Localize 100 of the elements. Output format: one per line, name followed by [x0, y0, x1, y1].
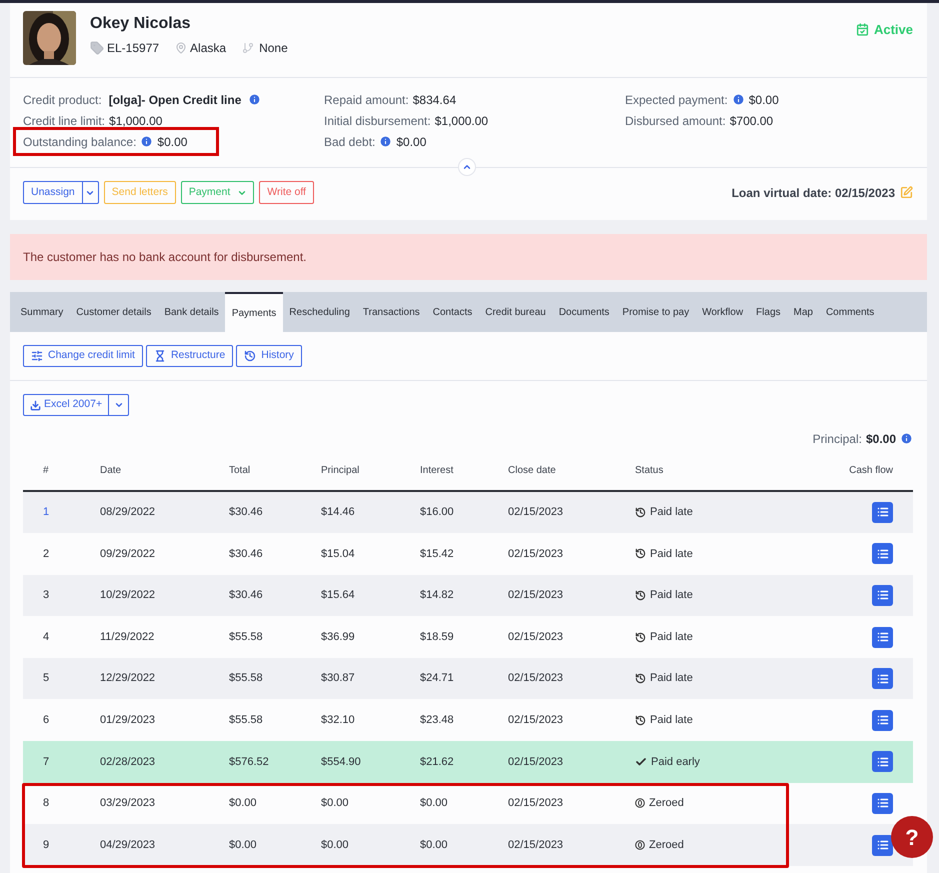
tab[interactable]: Comments [819, 292, 881, 332]
list-icon [876, 839, 888, 852]
tool-button[interactable]: Restructure [146, 345, 234, 367]
tab[interactable]: Transactions [356, 292, 426, 332]
collapse-toggle[interactable] [458, 158, 476, 176]
info-icon[interactable] [379, 135, 392, 148]
cash-flow-button[interactable] [872, 710, 893, 731]
tab[interactable]: Rescheduling [282, 292, 356, 332]
table-cell-text: $14.82 [420, 588, 455, 604]
history-icon [635, 714, 646, 726]
tab[interactable]: Flags [750, 292, 787, 332]
table-cell-text: 01/29/2023 [100, 713, 156, 728]
cash-flow-button[interactable] [872, 834, 893, 856]
tab[interactable]: Credit bureau [478, 292, 552, 332]
table-cell-text: $32.10 [321, 713, 356, 728]
table-cell-text: $15.64 [321, 588, 356, 604]
info-icon[interactable] [732, 93, 745, 106]
tab[interactable]: Summary [14, 292, 70, 332]
table-cell-text: 1 [42, 505, 50, 520]
column-header: Date [100, 464, 122, 478]
status-text: Paid late [650, 671, 693, 686]
table-cell-text: $36.99 [321, 630, 356, 645]
list-icon [876, 631, 888, 644]
info-icon[interactable] [248, 93, 262, 106]
table-cell-text: 10/29/2022 [100, 588, 156, 604]
list-icon [876, 756, 888, 768]
export-button[interactable]: Excel 2007+ [23, 394, 130, 416]
table-cell-text: 02/15/2023 [508, 546, 564, 562]
status-text: Zeroed [649, 838, 684, 853]
table-cell-text: $18.59 [420, 630, 455, 645]
status-text: Paid late [650, 546, 693, 562]
cash-flow-button[interactable] [872, 543, 893, 564]
field-value: $0.00 [157, 134, 188, 150]
tool-button[interactable]: History [236, 345, 302, 367]
tab[interactable]: Bank details [158, 292, 226, 332]
cash-flow-button[interactable] [872, 668, 893, 690]
column-header: Cash flow [848, 464, 894, 478]
table-cell-text: $24.71 [420, 671, 455, 686]
table-cell-text: 02/15/2023 [508, 505, 564, 520]
table-cell-text: 02/28/2023 [100, 754, 156, 770]
history-icon [635, 673, 646, 684]
table-cell-text: $30.46 [229, 546, 264, 562]
table-cell-text: 02/15/2023 [508, 588, 564, 604]
tab[interactable]: Map [787, 292, 820, 332]
table-cell-text: 08/29/2022 [100, 505, 156, 520]
table-cell-text: 3 [42, 588, 50, 604]
field-label: Outstanding balance: [23, 134, 136, 150]
table-cell-text: $30.87 [321, 671, 356, 686]
field-value: $700.00 [730, 112, 774, 130]
table-cell-text: 6 [42, 713, 50, 728]
cash-flow-button[interactable] [872, 751, 893, 772]
cash-flow-button[interactable] [872, 792, 893, 814]
table-cell-text: 02/15/2023 [508, 713, 564, 728]
table-cell-text: $0.00 [321, 838, 350, 853]
sliders-icon [31, 350, 43, 362]
table-cell-text: $15.42 [420, 546, 455, 562]
table-cell-text: 9 [42, 838, 50, 853]
tab[interactable]: Workflow [696, 292, 750, 332]
loan-virtual-date: Loan virtual date: 02/15/2023 [732, 184, 895, 202]
history-icon [635, 632, 646, 643]
field-value: $0.00 [396, 134, 426, 150]
field-value: $0.00 [748, 92, 779, 108]
cash-flow-button[interactable] [872, 626, 893, 648]
field-value: $1,000.00 [109, 112, 162, 130]
table-cell-text: 2 [42, 546, 50, 562]
check-icon [635, 756, 647, 768]
table-cell-text: $55.58 [229, 630, 264, 645]
table-cell-text: 02/15/2023 [508, 838, 564, 853]
chevron-up-icon [462, 162, 472, 172]
cash-flow-button[interactable] [872, 502, 893, 523]
column-header: Interest [420, 464, 454, 478]
table-cell-text: 03/29/2023 [100, 796, 156, 812]
field-label: Expected payment: [625, 92, 728, 108]
table-cell-text: 4 [42, 630, 50, 645]
status-text: Paid early [651, 754, 700, 770]
tab[interactable]: Promise to pay [616, 292, 696, 332]
field-label: Initial disbursement: [324, 112, 431, 130]
info-icon[interactable] [140, 135, 154, 148]
history-icon [635, 506, 646, 518]
table-cell-text: $30.46 [229, 505, 264, 520]
table-cell-text: 02/15/2023 [508, 671, 564, 686]
table-cell-text: $576.52 [229, 754, 270, 770]
list-icon [876, 714, 888, 726]
tab[interactable]: Documents [552, 292, 616, 332]
tool-button[interactable]: Change credit limit [23, 345, 143, 367]
table-cell-text: 02/15/2023 [508, 754, 564, 770]
table-cell-text: $16.00 [420, 505, 455, 520]
customer-id: EL-15977 [107, 40, 160, 57]
info-icon[interactable] [900, 432, 913, 445]
cash-flow-button[interactable] [872, 584, 893, 606]
table-cell-text: 04/29/2023 [100, 838, 156, 853]
table-cell-text: 5 [42, 671, 50, 686]
action-button[interactable]: Unassign [23, 181, 99, 204]
principal-value: $0.00 [866, 430, 896, 448]
tab[interactable]: Payments [225, 292, 283, 332]
zero-circle-icon [635, 798, 645, 808]
tab[interactable]: Customer details [70, 292, 158, 332]
column-header: Principal [321, 464, 360, 478]
tab[interactable]: Contacts [426, 292, 479, 332]
table-cell-text: $55.58 [229, 713, 264, 728]
